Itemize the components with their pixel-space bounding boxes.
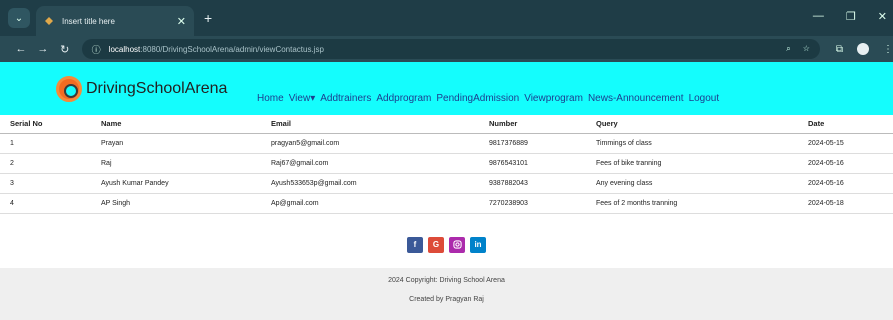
table-row: 4 AP Singh Ap@gmail.com 7270238903 Fees … [0, 193, 893, 214]
steering-wheel-icon [56, 76, 82, 102]
table-row: 1 Prayan pragyan5@gmail.com 9817376889 T… [0, 133, 893, 154]
cell-number: 7270238903 [479, 193, 586, 214]
cell-email: Raj67@gmail.com [261, 153, 479, 174]
brand-logo[interactable]: DrivingSchoolArena [56, 76, 227, 102]
address-bar[interactable]: ⓘ localhost :8080/DrivingSchoolArena/adm… [81, 39, 820, 59]
table-row: 2 Raj Raj67@gmail.com 9876543101 Fees of… [0, 153, 893, 174]
cell-query: Fees of 2 months tranning [586, 193, 798, 214]
bookmark-star-icon[interactable]: ☆ [803, 44, 810, 54]
restore-icon[interactable]: ❐ [846, 10, 856, 23]
col-date: Date [798, 115, 893, 134]
nav-view-label: View [288, 93, 311, 104]
close-window-icon[interactable]: ✕ [878, 10, 887, 23]
cell-number: 9817376889 [479, 133, 586, 154]
nav-view-dropdown[interactable]: View▾ [289, 93, 316, 104]
browser-tab[interactable]: Insert title here ✕ [36, 6, 194, 36]
site-info-icon[interactable]: ⓘ [92, 43, 101, 56]
cell-query: Fees of bike tranning [586, 153, 798, 174]
table-header-row: Serial No Name Email Number Query Date [0, 115, 893, 134]
nav-home[interactable]: Home [257, 93, 284, 104]
facebook-icon[interactable]: f [407, 236, 423, 253]
nav-pending-admission[interactable]: PendingAdmission [436, 93, 519, 104]
cell-date: 2024-05-15 [798, 133, 893, 154]
cell-date: 2024-05-16 [798, 173, 893, 194]
url-path: :8080/DrivingSchoolArena/admin/viewConta… [140, 44, 324, 54]
caret-down-icon: ▾ [310, 93, 316, 104]
back-icon[interactable]: ← [10, 43, 32, 55]
tab-title: Insert title here [62, 16, 115, 26]
cell-number: 9387882043 [479, 173, 586, 194]
cell-query: Any evening class [586, 173, 798, 194]
cell-query: Timmings of class [586, 133, 798, 154]
footer-copyright: 2024 Copyright: Driving School Arena Cre… [0, 267, 893, 320]
contact-table: Serial No Name Email Number Query Date 1… [0, 115, 893, 214]
linkedin-icon[interactable]: in [470, 236, 486, 253]
address-toolbar: ← → ↻ ⓘ localhost :8080/DrivingSchoolAre… [0, 36, 893, 62]
cell-name: Raj [91, 153, 261, 174]
tab-search-button[interactable]: ⌄ [8, 8, 30, 28]
new-tab-icon[interactable]: + [204, 10, 212, 26]
nav-addtrainers[interactable]: Addtrainers [320, 93, 371, 104]
col-email: Email [261, 115, 479, 134]
nav-news-announcement[interactable]: News-Announcement [588, 93, 684, 104]
close-tab-icon[interactable]: ✕ [177, 15, 186, 28]
cell-date: 2024-05-18 [798, 193, 893, 214]
table-row: 3 Ayush Kumar Pandey Ayush533653p@gmail.… [0, 173, 893, 194]
instagram-icon[interactable] [449, 236, 465, 253]
social-links: f G in [0, 214, 893, 268]
cell-name: Prayan [91, 133, 261, 154]
cell-serial: 2 [0, 153, 91, 174]
brand-name: DrivingSchoolArena [86, 80, 228, 97]
col-number: Number [479, 115, 586, 134]
extensions-icon[interactable]: ⧉ [836, 44, 843, 55]
main-menu: Home View▾ Addtrainers Addprogram Pendin… [257, 93, 719, 104]
reload-icon[interactable]: ↻ [54, 43, 76, 56]
col-query: Query [586, 115, 798, 134]
forward-icon[interactable]: → [32, 43, 54, 55]
cell-date: 2024-05-16 [798, 153, 893, 174]
cell-serial: 3 [0, 173, 91, 194]
cell-serial: 4 [0, 193, 91, 214]
cell-email: Ap@gmail.com [261, 193, 479, 214]
col-serial: Serial No [0, 115, 91, 134]
cell-email: pragyan5@gmail.com [261, 133, 479, 154]
credit-text: Created by Pragyan Raj [409, 295, 484, 303]
nav-viewprogram[interactable]: Viewprogram [524, 93, 583, 104]
cell-number: 9876543101 [479, 153, 586, 174]
favicon-icon [44, 16, 54, 26]
site-navbar: DrivingSchoolArena Home View▾ Addtrainer… [0, 62, 893, 115]
cell-name: AP Singh [91, 193, 261, 214]
url-host: localhost [108, 44, 141, 54]
google-icon[interactable]: G [428, 236, 444, 253]
cell-email: Ayush533653p@gmail.com [261, 173, 479, 194]
browser-tab-bar: ⌄ Insert title here ✕ + — ❐ ✕ [0, 0, 893, 36]
profile-avatar[interactable] [857, 43, 870, 55]
minimize-icon[interactable]: — [813, 10, 824, 23]
browser-menu-icon[interactable]: ⋮ [883, 44, 893, 55]
cell-serial: 1 [0, 133, 91, 154]
nav-logout[interactable]: Logout [689, 93, 720, 104]
zoom-icon[interactable]: ⌕ [786, 44, 790, 54]
nav-addprogram[interactable]: Addprogram [376, 93, 431, 104]
col-name: Name [91, 115, 261, 134]
copyright-text: 2024 Copyright: Driving School Arena [388, 276, 505, 284]
cell-name: Ayush Kumar Pandey [91, 173, 261, 194]
